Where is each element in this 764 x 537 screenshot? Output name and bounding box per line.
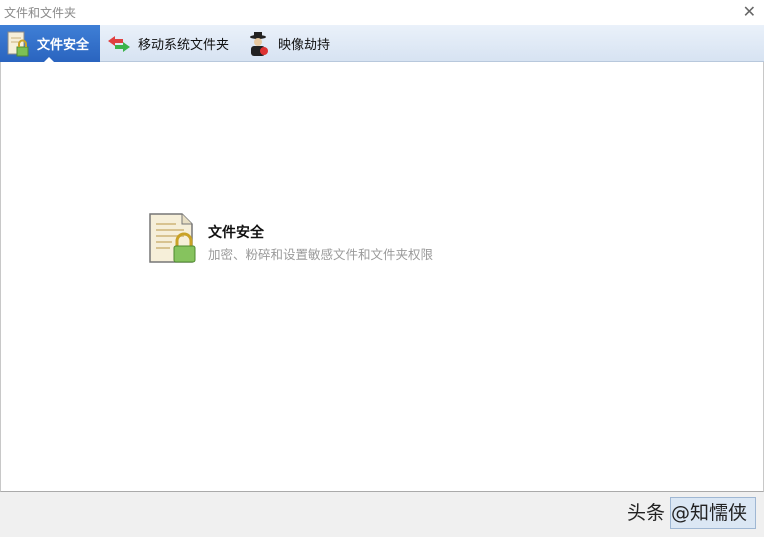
- tab-label: 移动系统文件夹: [138, 38, 230, 53]
- hijacker-icon: [246, 31, 272, 57]
- content-panel: 文件安全 加密、粉碎和设置敏感文件和文件夹权限: [0, 62, 764, 492]
- file-security-item[interactable]: 文件安全 加密、粉碎和设置敏感文件和文件夹权限: [148, 212, 433, 268]
- file-lock-icon: [5, 31, 31, 57]
- tab-move-system-folders[interactable]: 移动系统文件夹: [101, 25, 229, 62]
- item-description: 加密、粉碎和设置敏感文件和文件夹权限: [208, 247, 434, 262]
- title-bar: 文件和文件夹 ✕: [0, 0, 764, 25]
- close-icon[interactable]: ✕: [743, 2, 756, 21]
- file-lock-icon: [148, 212, 198, 268]
- move-arrows-icon: [106, 31, 132, 57]
- tab-file-security[interactable]: 文件安全: [0, 25, 100, 63]
- tab-bar: 文件安全 移动系统文件夹 映像劫持: [0, 25, 764, 63]
- item-title: 文件安全: [208, 225, 264, 241]
- tab-image-hijack[interactable]: 映像劫持: [241, 25, 330, 62]
- window-title: 文件和文件夹: [4, 6, 77, 20]
- watermark: 头条 @知懦侠: [627, 502, 748, 524]
- tab-label: 文件安全: [37, 38, 90, 53]
- tab-label: 映像劫持: [278, 38, 331, 53]
